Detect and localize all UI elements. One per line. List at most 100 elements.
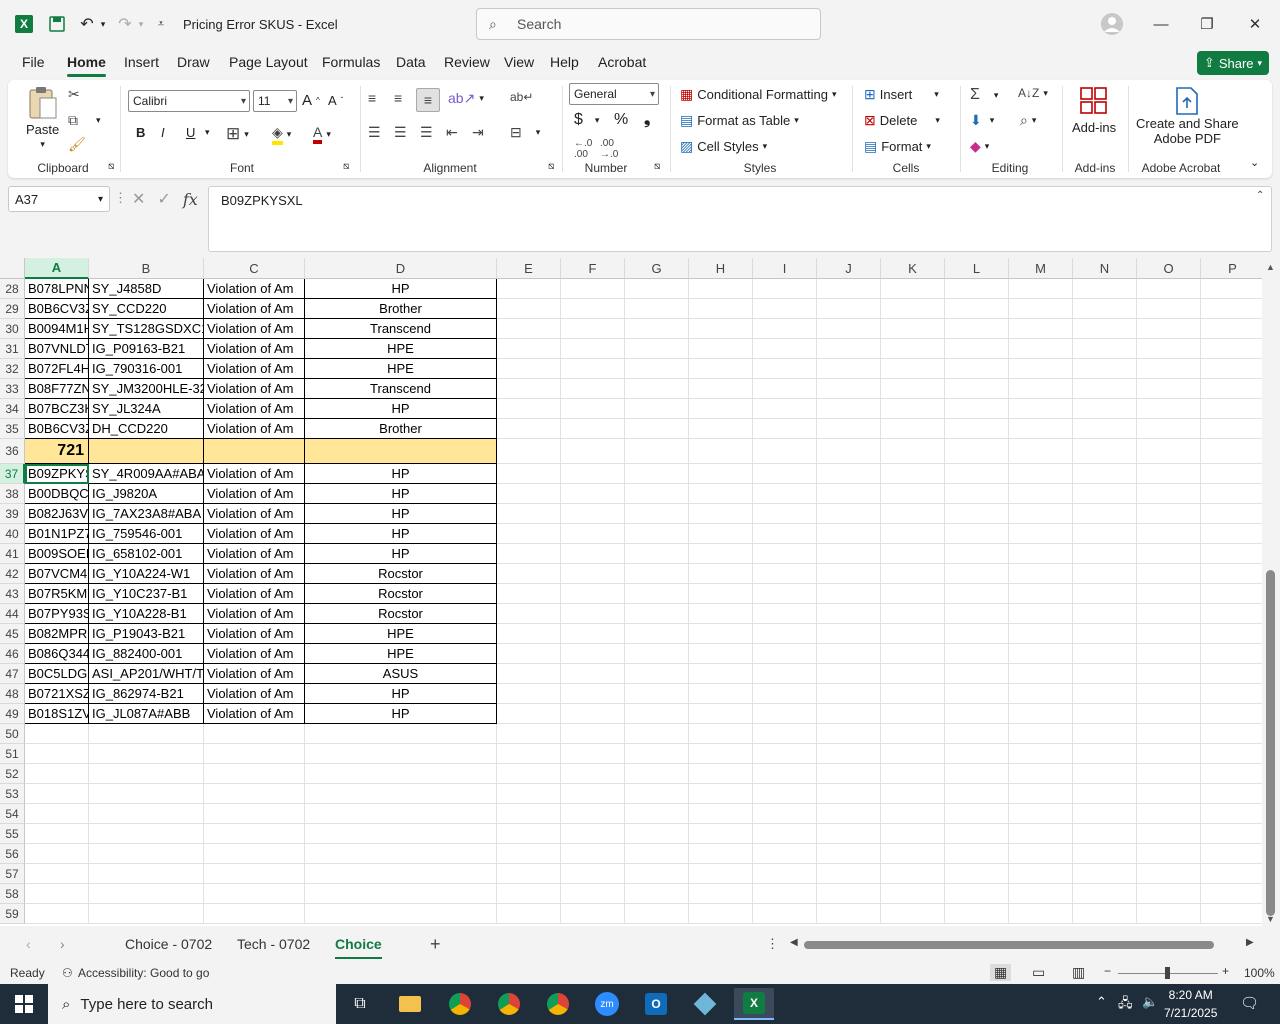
cell-empty[interactable] <box>689 319 753 339</box>
cell-empty[interactable] <box>689 584 753 604</box>
cell-empty[interactable] <box>1137 399 1201 419</box>
insert-function-icon[interactable]: fx <box>183 190 198 209</box>
borders-icon[interactable]: ⊞ ▾ <box>226 124 249 144</box>
cell-empty[interactable] <box>753 864 817 884</box>
cell-empty[interactable] <box>817 604 881 624</box>
cell-a44[interactable]: B07PY93S <box>25 604 89 624</box>
column-header-i[interactable]: I <box>753 258 817 279</box>
chrome-profile-2-icon[interactable] <box>538 988 578 1020</box>
tab-page-layout[interactable]: Page Layout <box>229 54 308 70</box>
cell-c47[interactable]: Violation of Am <box>204 664 305 684</box>
cell-b56[interactable] <box>89 844 204 864</box>
cell-empty[interactable] <box>817 544 881 564</box>
cell-b31[interactable]: IG_P09163-B21 <box>89 339 204 359</box>
sheet-tab-tech-0702[interactable]: Tech - 0702 <box>237 936 310 952</box>
cell-empty[interactable] <box>945 704 1009 724</box>
cell-empty[interactable] <box>497 784 561 804</box>
cell-empty[interactable] <box>497 339 561 359</box>
cell-empty[interactable] <box>625 744 689 764</box>
cell-empty[interactable] <box>1009 844 1073 864</box>
cell-empty[interactable] <box>561 399 625 419</box>
cell-empty[interactable] <box>497 704 561 724</box>
cell-empty[interactable] <box>625 804 689 824</box>
cell-empty[interactable] <box>881 379 945 399</box>
cell-empty[interactable] <box>625 399 689 419</box>
row-header[interactable]: 58 <box>0 884 25 904</box>
tab-draw[interactable]: Draw <box>177 54 210 70</box>
cell-empty[interactable] <box>1009 784 1073 804</box>
cell-empty[interactable] <box>625 624 689 644</box>
column-header-k[interactable]: K <box>881 258 945 279</box>
cell-c36[interactable] <box>204 439 305 464</box>
cell-empty[interactable] <box>753 544 817 564</box>
cell-empty[interactable] <box>1201 399 1262 419</box>
cell-empty[interactable] <box>817 744 881 764</box>
accessibility-status[interactable]: Accessibility: Good to go <box>78 966 209 980</box>
cell-empty[interactable] <box>689 844 753 864</box>
cell-empty[interactable] <box>753 804 817 824</box>
cell-empty[interactable] <box>1201 884 1262 904</box>
cell-empty[interactable] <box>625 319 689 339</box>
cell-empty[interactable] <box>1009 884 1073 904</box>
row-header[interactable]: 39 <box>0 504 25 524</box>
cell-empty[interactable] <box>753 279 817 299</box>
cell-empty[interactable] <box>497 864 561 884</box>
cell-c46[interactable]: Violation of Am <box>204 644 305 664</box>
cell-empty[interactable] <box>625 764 689 784</box>
cell-d41[interactable]: HP <box>305 544 497 564</box>
cell-empty[interactable] <box>1137 644 1201 664</box>
cell-empty[interactable] <box>817 664 881 684</box>
cell-empty[interactable] <box>1137 684 1201 704</box>
cell-empty[interactable] <box>1073 419 1137 439</box>
copy-icon[interactable]: ⧉ ▾ <box>68 112 101 129</box>
cell-b51[interactable] <box>89 744 204 764</box>
network-icon[interactable]: 🖧 <box>1118 994 1133 1016</box>
collapse-formula-bar-icon[interactable]: ⌃ <box>1256 190 1264 201</box>
cell-empty[interactable] <box>689 604 753 624</box>
formula-input[interactable]: B09ZPKYSXL <box>208 186 1272 252</box>
cell-empty[interactable] <box>1073 864 1137 884</box>
cell-empty[interactable] <box>753 884 817 904</box>
cell-b45[interactable]: IG_P19043-B21 <box>89 624 204 644</box>
cell-empty[interactable] <box>1201 359 1262 379</box>
cell-c43[interactable]: Violation of Am <box>204 584 305 604</box>
cell-empty[interactable] <box>945 844 1009 864</box>
account-avatar-icon[interactable] <box>1098 0 1126 48</box>
cell-empty[interactable] <box>689 464 753 484</box>
cell-empty[interactable] <box>625 464 689 484</box>
cell-empty[interactable] <box>1201 804 1262 824</box>
cell-empty[interactable] <box>1201 684 1262 704</box>
row-header[interactable]: 42 <box>0 564 25 584</box>
cell-b53[interactable] <box>89 784 204 804</box>
cell-c55[interactable] <box>204 824 305 844</box>
cell-empty[interactable] <box>945 504 1009 524</box>
cell-empty[interactable] <box>561 624 625 644</box>
tab-help[interactable]: Help <box>550 54 579 70</box>
cell-empty[interactable] <box>1201 564 1262 584</box>
cell-empty[interactable] <box>945 764 1009 784</box>
cell-empty[interactable] <box>689 379 753 399</box>
cell-empty[interactable] <box>881 644 945 664</box>
cell-a30[interactable]: B0094M1H <box>25 319 89 339</box>
cell-empty[interactable] <box>689 419 753 439</box>
dialog-launcher-icon[interactable]: ⧅ <box>108 161 114 172</box>
cell-a31[interactable]: B07VNLDT <box>25 339 89 359</box>
cell-a34[interactable]: B07BCZ3K <box>25 399 89 419</box>
cell-d49[interactable]: HP <box>305 704 497 724</box>
cell-empty[interactable] <box>625 584 689 604</box>
cell-empty[interactable] <box>817 804 881 824</box>
cell-empty[interactable] <box>1073 359 1137 379</box>
align-left-icon[interactable]: ☰ <box>368 124 381 141</box>
redo-icon[interactable]: ↷ <box>114 0 136 48</box>
cell-empty[interactable] <box>753 844 817 864</box>
cell-empty[interactable] <box>1137 704 1201 724</box>
cell-empty[interactable] <box>1201 584 1262 604</box>
tab-insert[interactable]: Insert <box>124 54 159 70</box>
cell-c44[interactable]: Violation of Am <box>204 604 305 624</box>
cell-empty[interactable] <box>625 724 689 744</box>
cell-b47[interactable]: ASI_AP201/WHT/T <box>89 664 204 684</box>
cell-empty[interactable] <box>561 299 625 319</box>
cell-empty[interactable] <box>881 504 945 524</box>
decrease-font-icon[interactable]: Aˇ <box>328 93 343 108</box>
cell-b55[interactable] <box>89 824 204 844</box>
